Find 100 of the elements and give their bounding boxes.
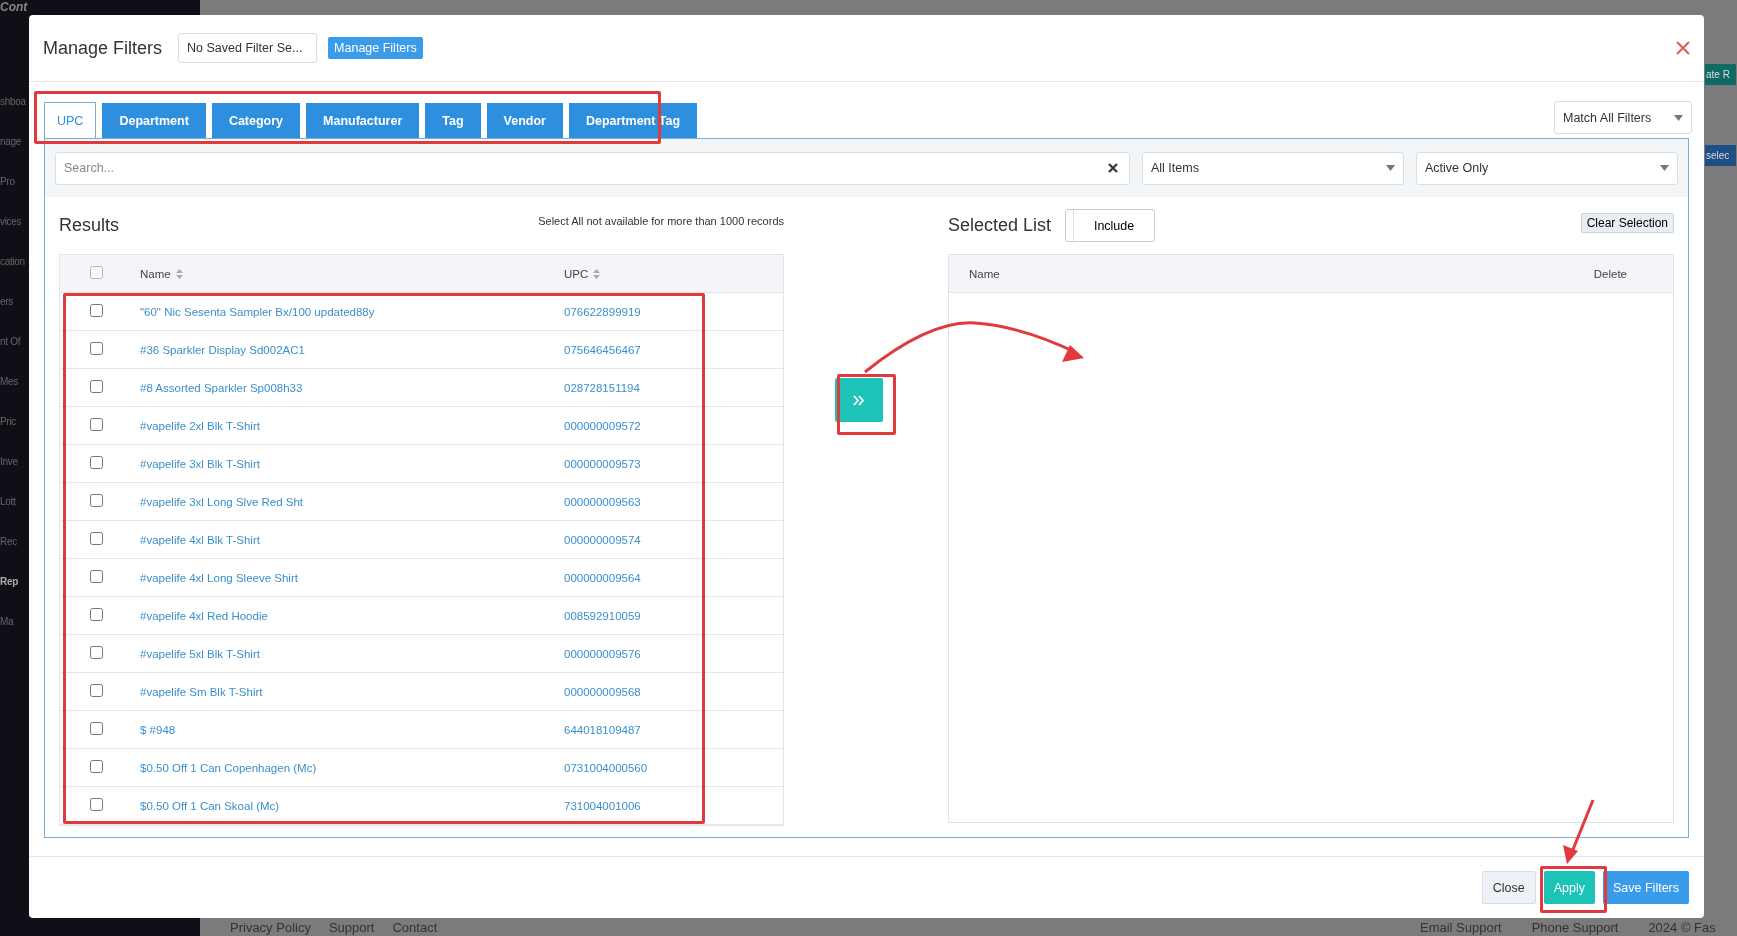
upc-link[interactable]: 076622899919 bbox=[564, 305, 641, 318]
row-checkbox[interactable] bbox=[89, 798, 103, 811]
upc-link[interactable]: 000000009563 bbox=[564, 495, 641, 508]
sidebar-item[interactable]: vices bbox=[0, 212, 26, 231]
item-name-link[interactable]: $ #948 bbox=[140, 723, 176, 736]
filter-tab[interactable]: Department bbox=[102, 103, 206, 138]
sidebar-item[interactable]: Pro bbox=[0, 172, 26, 191]
sidebar-item[interactable]: nt Of bbox=[0, 332, 26, 351]
item-name-link[interactable]: #8 Assorted Sparkler Sp008h33 bbox=[140, 381, 303, 394]
clear-icon[interactable] bbox=[1108, 162, 1118, 173]
row-checkbox[interactable] bbox=[89, 418, 103, 431]
row-checkbox[interactable] bbox=[89, 570, 103, 583]
item-name-link[interactable]: #36 Sparkler Display Sd002AC1 bbox=[140, 343, 305, 356]
footer-button[interactable]: Apply bbox=[1543, 871, 1595, 904]
item-name-link[interactable]: #vapelife 3xl Blk T-Shirt bbox=[140, 457, 260, 470]
sidebar-item[interactable]: nage bbox=[0, 132, 26, 151]
caret-icon bbox=[1660, 165, 1669, 171]
manage-filters-button[interactable]: Manage Filters bbox=[328, 37, 423, 59]
row-checkbox[interactable] bbox=[89, 722, 103, 735]
modal-title: Manage Filters bbox=[43, 37, 163, 59]
row-checkbox[interactable] bbox=[89, 684, 103, 697]
item-name-link[interactable]: #vapelife Sm Blk T-Shirt bbox=[140, 685, 263, 698]
add-to-selection-button[interactable] bbox=[835, 378, 883, 422]
sidebar-item[interactable]: shboa bbox=[0, 92, 26, 111]
annotation-box bbox=[1540, 866, 1607, 913]
sidebar-item[interactable]: cation bbox=[0, 252, 26, 271]
upc-link[interactable]: 000000009568 bbox=[564, 685, 641, 698]
clear-selection-button[interactable]: Clear Selection bbox=[1580, 213, 1674, 233]
upc-link[interactable]: 000000009576 bbox=[564, 647, 641, 660]
sidebar-item[interactable]: Pric bbox=[0, 412, 26, 431]
select-all-note: Select All not available for more than 1000 records bbox=[538, 215, 784, 227]
row-checkbox[interactable] bbox=[89, 304, 103, 317]
column-header[interactable]: UPC bbox=[564, 267, 601, 280]
upc-link[interactable]: 000000009573 bbox=[564, 457, 641, 470]
upc-link[interactable]: 000000009572 bbox=[564, 419, 641, 432]
footer-link[interactable]: Support bbox=[328, 920, 375, 935]
search-field[interactable]: Search... bbox=[55, 151, 1130, 185]
upc-link[interactable]: 008592910059 bbox=[564, 609, 641, 622]
sidebar-item[interactable]: Lott bbox=[0, 492, 26, 511]
filter-tab[interactable]: Manufacturer bbox=[306, 103, 420, 138]
upc-link[interactable]: 028728151194 bbox=[564, 381, 640, 394]
item-name-link[interactable]: #vapelife 4xl Blk T-Shirt bbox=[140, 533, 260, 546]
sidebar-item[interactable]: Ma bbox=[0, 612, 26, 631]
upc-link[interactable]: 0731004000560 bbox=[564, 761, 648, 774]
sidebar-item[interactable]: Rec bbox=[0, 532, 26, 551]
footer-button[interactable]: Close bbox=[1481, 871, 1536, 904]
row-checkbox[interactable] bbox=[89, 380, 103, 393]
upc-link[interactable]: 644018109487 bbox=[564, 723, 641, 736]
filter-tab[interactable]: Department Tag bbox=[568, 103, 698, 138]
filter-tab[interactable]: Vendor bbox=[486, 103, 563, 138]
upc-link[interactable]: 000000009574 bbox=[564, 533, 641, 546]
row-checkbox[interactable] bbox=[89, 342, 103, 355]
item-name-link[interactable]: #vapelife 5xl Blk T-Shirt bbox=[140, 647, 260, 660]
row-checkbox[interactable] bbox=[89, 532, 103, 545]
double-chevron-icon bbox=[853, 394, 865, 406]
selected-list-heading: Selected List bbox=[948, 215, 1052, 236]
item-name-link[interactable]: "60" Nic Sesenta Sampler Bx/100 updated88y bbox=[140, 305, 375, 318]
upc-link[interactable]: 000000009564 bbox=[564, 571, 641, 584]
footer-button[interactable]: Save Filters bbox=[1603, 871, 1689, 904]
item-type-dropdown[interactable]: All Items bbox=[1142, 151, 1404, 185]
include-toggle[interactable]: Include bbox=[1065, 209, 1156, 242]
match-mode-dropdown[interactable]: Match All Filters bbox=[1554, 101, 1692, 134]
sidebar-item[interactable]: ers bbox=[0, 292, 26, 311]
select-all-checkbox[interactable] bbox=[89, 266, 103, 279]
page-button[interactable]: ate R bbox=[1705, 64, 1736, 85]
item-name-link[interactable]: $0.50 Off 1 Can Copenhagen (Mc) bbox=[140, 761, 317, 774]
annotation-box bbox=[837, 374, 896, 435]
column-header[interactable]: Name bbox=[140, 267, 183, 280]
column-header: Delete bbox=[1593, 267, 1627, 280]
caret-icon bbox=[1386, 165, 1395, 171]
row-checkbox[interactable] bbox=[89, 646, 103, 659]
sidebar-item[interactable]: Mes bbox=[0, 372, 26, 391]
close-icon[interactable] bbox=[1676, 41, 1690, 55]
support-link[interactable]: Email Support bbox=[1420, 920, 1502, 935]
filter-tab[interactable]: Category bbox=[211, 103, 301, 138]
item-name-link[interactable]: $0.50 Off 1 Can Skoal (Mc) bbox=[140, 799, 280, 812]
row-checkbox[interactable] bbox=[89, 494, 103, 507]
status-dropdown[interactable]: Active Only bbox=[1416, 151, 1678, 185]
support-link[interactable]: Phone Support bbox=[1531, 920, 1619, 935]
brand-logo-text: Cont bbox=[0, 0, 28, 14]
caret-icon bbox=[1674, 114, 1683, 121]
sidebar-item[interactable]: Rep bbox=[0, 572, 26, 591]
sort-icon bbox=[593, 268, 601, 279]
row-checkbox[interactable] bbox=[89, 456, 103, 469]
row-checkbox[interactable] bbox=[89, 608, 103, 621]
item-name-link[interactable]: #vapelife 3xl Long Slve Red Sht bbox=[140, 495, 304, 508]
item-name-link[interactable]: #vapelife 4xl Red Hoodie bbox=[140, 609, 268, 622]
upc-link[interactable]: 075646456467 bbox=[564, 343, 641, 356]
sidebar-item[interactable]: Inve bbox=[0, 452, 26, 471]
row-checkbox[interactable] bbox=[89, 760, 103, 773]
saved-filter-dropdown[interactable]: No Saved Filter Se... bbox=[178, 33, 318, 63]
page-button[interactable]: selec bbox=[1705, 145, 1736, 166]
filter-tab[interactable]: UPC bbox=[44, 102, 97, 139]
item-name-link[interactable]: #vapelife 2xl Blk T-Shirt bbox=[140, 419, 260, 432]
copyright-text: 2024 © Fas bbox=[1648, 920, 1716, 935]
item-name-link[interactable]: #vapelife 4xl Long Sleeve Shirt bbox=[140, 571, 298, 584]
footer-link[interactable]: Privacy Policy bbox=[230, 920, 311, 935]
filter-tab[interactable]: Tag bbox=[425, 103, 481, 138]
upc-link[interactable]: 731004001006 bbox=[564, 799, 641, 812]
footer-link[interactable]: Contact bbox=[392, 920, 438, 935]
